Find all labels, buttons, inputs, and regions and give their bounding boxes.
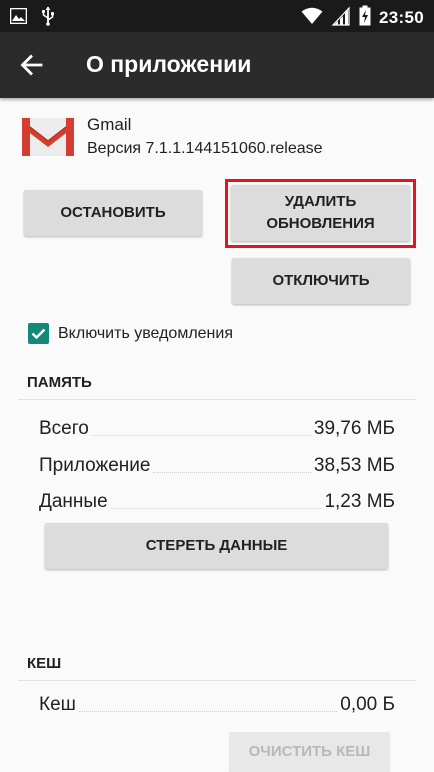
clear-data-button[interactable]: СТЕРЕТЬ ДАННЫЕ: [45, 523, 388, 569]
arrow-back-icon[interactable]: [18, 51, 46, 79]
storage-row-value: 39,76 МБ: [313, 418, 395, 439]
status-bar-right: 23:50: [301, 5, 424, 31]
clear-cache-button[interactable]: ОЧИСТИТЬ КЕШ: [229, 732, 390, 772]
dotted-leader: [78, 711, 338, 712]
storage-row-value: 1,23 МБ: [324, 491, 395, 512]
cache-row-value: 0,00 Б: [340, 694, 395, 715]
dotted-leader: [153, 472, 311, 473]
cache-section-header: КЕШ: [27, 655, 62, 672]
uninstall-updates-button[interactable]: УДАЛИТЬ ОБНОВЛЕНИЯ: [231, 185, 410, 241]
disable-button-label: ОТКЛЮЧИТЬ: [272, 272, 370, 289]
app-bar: О приложении: [0, 32, 434, 98]
wifi-icon: [301, 7, 323, 30]
storage-divider: [18, 399, 416, 400]
battery-charging-icon: [359, 5, 371, 31]
image-icon: [9, 7, 28, 29]
storage-row-label: Всего: [39, 418, 89, 439]
checkmark-icon: [31, 328, 46, 340]
status-bar: 23:50: [0, 0, 434, 32]
cache-row-label: Кеш: [39, 694, 76, 715]
app-version: Версия 7.1.1.144151060.release: [87, 140, 323, 157]
notifications-label: Включить уведомления: [58, 325, 233, 342]
storage-row-app: Приложение 38,53 МБ: [39, 451, 395, 477]
storage-row-label: Данные: [39, 491, 108, 512]
notifications-checkbox[interactable]: [28, 323, 49, 344]
status-bar-time: 23:50: [379, 8, 424, 27]
clear-data-button-label: СТЕРЕТЬ ДАННЫЕ: [145, 537, 288, 554]
app-name: Gmail: [87, 115, 132, 134]
signal-icon: [331, 5, 351, 31]
uninstall-updates-label: УДАЛИТЬ ОБНОВЛЕНИЯ: [266, 191, 374, 235]
stop-button[interactable]: ОСТАНОВИТЬ: [24, 190, 202, 236]
status-bar-left: [9, 6, 55, 31]
usb-icon: [41, 6, 55, 31]
clear-cache-button-label: ОЧИСТИТЬ КЕШ: [248, 743, 371, 760]
storage-row-data: Данные 1,23 МБ: [39, 487, 395, 513]
disable-button[interactable]: ОТКЛЮЧИТЬ: [232, 258, 410, 304]
gmail-icon: [22, 114, 74, 158]
dotted-leader: [110, 508, 322, 509]
stop-button-label: ОСТАНОВИТЬ: [60, 204, 166, 221]
storage-row-value: 38,53 МБ: [313, 455, 395, 476]
page-title: О приложении: [86, 51, 252, 77]
cache-divider: [18, 680, 416, 681]
storage-row-total: Всего 39,76 МБ: [39, 414, 395, 440]
uninstall-updates-line1: УДАЛИТЬ: [284, 193, 357, 210]
cache-row: Кеш 0,00 Б: [39, 690, 395, 716]
storage-section-header: ПАМЯТЬ: [27, 374, 92, 391]
dotted-leader: [91, 435, 311, 436]
storage-row-label: Приложение: [39, 455, 151, 476]
uninstall-updates-line2: ОБНОВЛЕНИЯ: [266, 215, 375, 232]
